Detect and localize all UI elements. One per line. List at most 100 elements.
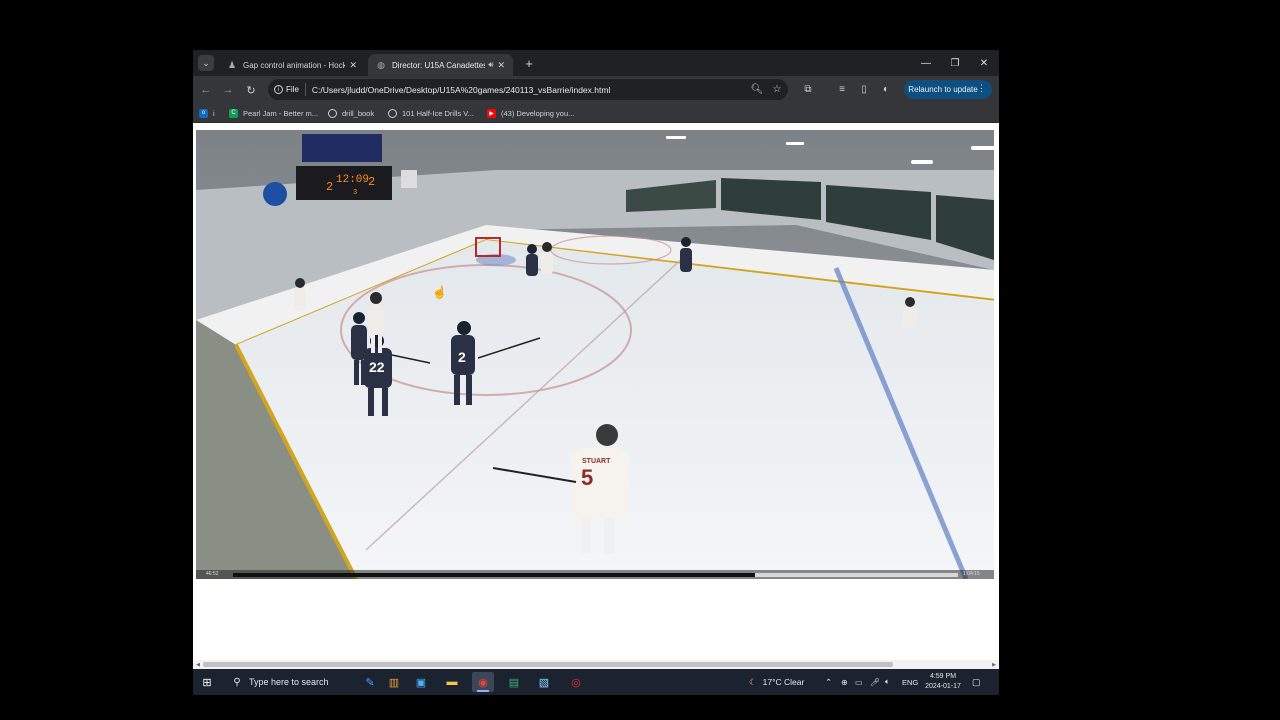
- reload-icon: ↻: [246, 84, 256, 97]
- clock-date: 2024-01-17: [925, 683, 961, 690]
- ceiling-light: [911, 160, 933, 164]
- display-icon[interactable]: ▭: [855, 673, 863, 691]
- scoreboard-home: 2: [326, 180, 333, 194]
- star-icon[interactable]: ☆: [771, 83, 783, 95]
- excel-icon[interactable]: ▤: [503, 672, 525, 692]
- globe-icon: [388, 108, 397, 118]
- notepad-icon[interactable]: ▧: [533, 672, 555, 692]
- bookmark-label: (43) Developing you...: [501, 108, 575, 118]
- bookmark-pearl-jam[interactable]: C Pearl Jam - Better m...: [229, 107, 318, 119]
- bookmark-label: 101 Half-Ice Drills V...: [402, 108, 474, 118]
- close-icon: ✕: [979, 57, 989, 69]
- recorder-icon[interactable]: ◎: [565, 672, 587, 692]
- notification-icon[interactable]: ▢: [972, 673, 981, 691]
- zoom-icon[interactable]: 🔍︎: [751, 83, 764, 95]
- scoreboard-clock: 12:09: [336, 174, 369, 186]
- close-window-button[interactable]: ✕: [971, 54, 997, 72]
- moon-icon: ☾: [749, 676, 757, 687]
- store-icon[interactable]: ▣: [410, 672, 432, 692]
- speaker-icon[interactable]: 🔊︎: [488, 60, 493, 70]
- arrow-right-icon: →: [222, 84, 234, 96]
- current-time: 46:52: [206, 571, 219, 577]
- jersey-number: 22: [369, 359, 385, 375]
- tab-title: Gap control animation - Hockey: [243, 60, 346, 70]
- taskbar-search[interactable]: ⚲ Type here to search: [223, 671, 363, 693]
- arrow-left-icon: ←: [200, 84, 212, 96]
- show-hidden-icons[interactable]: ⌃: [825, 673, 832, 691]
- youtube-icon: ▶: [487, 108, 496, 118]
- video-seekbar[interactable]: 46:52 1:04:15: [196, 570, 994, 579]
- system-clock[interactable]: 4:59 PM 2024-01-17: [923, 672, 963, 692]
- info-icon: i: [274, 85, 283, 94]
- tab-search-button[interactable]: ⌄: [198, 55, 214, 71]
- media-controls-icon[interactable]: ≡: [834, 81, 850, 97]
- language-indicator[interactable]: ENG: [902, 673, 918, 691]
- tab-gap-control[interactable]: ♟ Gap control animation - Hockey ✕: [219, 54, 365, 76]
- video-player[interactable]: 2 12:09 3 2 22 2 5 STUART ☝ 46:52 1:04:1…: [196, 130, 994, 579]
- jersey-number: 5: [581, 465, 593, 490]
- plus-icon: +: [525, 55, 533, 71]
- volume-icon[interactable]: 🔈︎: [885, 673, 890, 691]
- windows-taskbar: ⊞ ⚲ Type here to search ✎ ▥ ▣ ▬ ◉ ▤ ▧ ◎ …: [193, 669, 999, 695]
- address-bar[interactable]: i File C:/Users/jludd/OneDrive/Desktop/U…: [268, 79, 788, 100]
- new-tab-button[interactable]: +: [521, 55, 537, 71]
- bookmark-outlook[interactable]: o i: [199, 107, 215, 119]
- player-white: [541, 242, 553, 274]
- forward-button[interactable]: →: [219, 81, 237, 99]
- horizontal-scrollbar[interactable]: ◀ ▶: [193, 660, 999, 669]
- seek-track[interactable]: [233, 573, 958, 577]
- bookmark-label: Pearl Jam - Better m...: [243, 108, 319, 118]
- search-icon: ⚲: [233, 676, 241, 688]
- microphone-icon[interactable]: 🎤︎: [870, 673, 880, 691]
- player-white: [294, 278, 306, 310]
- hand-cursor-icon: ☝: [432, 284, 447, 299]
- relaunch-button[interactable]: Relaunch to update ⋮: [904, 80, 992, 99]
- scrollbar-thumb[interactable]: [203, 662, 893, 667]
- chrome-icon[interactable]: ◉: [472, 672, 494, 692]
- url-text[interactable]: C:/Users/jludd/OneDrive/Desktop/U15A%20g…: [312, 85, 610, 95]
- reload-button[interactable]: ↻: [242, 81, 260, 99]
- browser-toolbar: ← → ↻ i File C:/Users/jludd/OneDrive/Des…: [193, 76, 999, 103]
- active-indicator: [477, 690, 489, 692]
- bookmark-drill-book[interactable]: drill_book: [328, 107, 374, 119]
- player-dark: [680, 237, 692, 272]
- tab-strip: ⌄ ♟ Gap control animation - Hockey ✕ ◍ D…: [193, 50, 999, 76]
- minimize-icon: —: [921, 57, 931, 69]
- pepsi-logo: [263, 182, 287, 206]
- scroll-right-icon[interactable]: ▶: [990, 661, 998, 668]
- restore-button[interactable]: ❐: [942, 54, 968, 72]
- close-icon[interactable]: ✕: [497, 60, 505, 71]
- minimize-button[interactable]: —: [913, 54, 939, 72]
- more-icon: ⋮: [977, 83, 986, 93]
- player-name: STUART: [582, 458, 611, 465]
- extensions-icon[interactable]: ⧉: [800, 81, 816, 97]
- windows-start-icon[interactable]: ⊞: [200, 675, 214, 689]
- weather-widget[interactable]: ☾ 17°C Clear: [749, 673, 804, 691]
- bookmark-half-ice-drills[interactable]: 101 Half-Ice Drills V...: [388, 107, 474, 119]
- player-white: [903, 297, 917, 328]
- bookmark-youtube[interactable]: ▶ (43) Developing you...: [487, 107, 574, 119]
- widgets-icon[interactable]: ▥: [383, 672, 405, 692]
- tab-director[interactable]: ◍ Director: U15A Canadettes 🔊︎ ✕: [368, 54, 513, 76]
- person-icon: ♟: [227, 59, 237, 70]
- globe-icon: [328, 108, 337, 118]
- task-view-icon[interactable]: ✎: [359, 672, 381, 692]
- restore-icon: ❐: [950, 57, 960, 69]
- file-label: File: [286, 85, 299, 94]
- side-panel-icon[interactable]: ▯: [856, 81, 872, 97]
- jersey-number: 2: [458, 349, 466, 365]
- close-icon[interactable]: ✕: [349, 60, 357, 71]
- network-icon[interactable]: ⊕: [841, 673, 848, 691]
- site-info-chip[interactable]: i File: [274, 83, 306, 96]
- hockey-video-frame: 2 12:09 3 2 22 2 5 STUART ☝: [196, 130, 994, 579]
- player-dark: [526, 244, 538, 276]
- file-explorer-icon[interactable]: ▬: [441, 672, 463, 692]
- profile-icon[interactable]: ◐: [878, 81, 894, 97]
- desktop-screen: ⌄ ♟ Gap control animation - Hockey ✕ ◍ D…: [193, 50, 999, 695]
- ceiling-light: [971, 146, 994, 150]
- duration: 1:04:15: [963, 571, 980, 577]
- tab-title: Director: U15A Canadettes: [392, 60, 486, 70]
- back-button[interactable]: ←: [197, 81, 215, 99]
- scroll-left-icon[interactable]: ◀: [194, 661, 202, 668]
- chevron-down-icon: ⌄: [202, 57, 210, 68]
